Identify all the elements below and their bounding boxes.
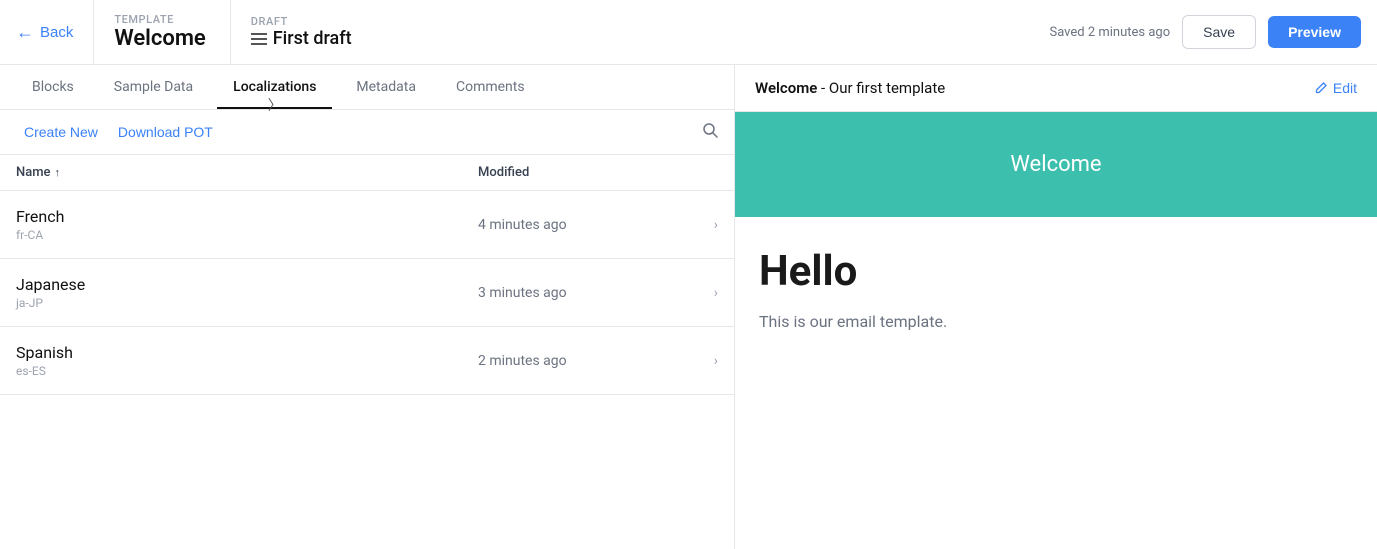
cursor-icon: 〉 [268,95,282,115]
save-button[interactable]: Save [1182,15,1256,49]
back-arrow-icon: ← [16,22,34,43]
col-name-label: Name [16,165,51,180]
table-rows: French fr-CA 4 minutes ago › Japanese ja… [0,191,734,395]
preview-body: Welcome Hello This is our email template… [735,112,1377,549]
edit-button[interactable]: Edit [1314,80,1357,96]
preview-title-rest: - Our first template [817,79,945,97]
toolbar: Create New Download POT [0,110,734,155]
email-heading: Hello [759,247,1353,296]
email-content: Hello This is our email template. [735,217,1377,364]
row-name-col: Spanish es-ES [16,343,478,378]
row-lang-code: fr-CA [16,228,478,242]
draft-name-row: First draft [251,28,352,49]
preview-button[interactable]: Preview [1268,16,1361,48]
row-chevron-icon: › [678,285,718,301]
template-name: Welcome [114,26,205,51]
search-icon [702,122,718,138]
header: ← Back TEMPLATE Welcome DRAFT First draf… [0,0,1377,65]
col-arrow-header [678,165,718,180]
draft-info: DRAFT First draft [251,0,352,65]
email-hero: Welcome [735,112,1377,217]
back-label: Back [40,24,73,41]
main-content: Blocks Sample Data Localizations 〉 Metad… [0,65,1377,549]
tab-sample-data[interactable]: Sample Data [98,65,209,109]
tab-metadata[interactable]: Metadata [340,65,432,109]
preview-header: Welcome - Our first template Edit [735,65,1377,112]
col-name-header[interactable]: Name ↑ [16,165,478,180]
row-modified: 4 minutes ago [478,217,678,233]
row-lang-name: Spanish [16,343,478,362]
row-chevron-icon: › [678,353,718,369]
back-button[interactable]: ← Back [16,22,93,43]
col-modified-header: Modified [478,165,678,180]
template-info: TEMPLATE Welcome [114,0,230,65]
row-chevron-icon: › [678,217,718,233]
row-modified: 2 minutes ago [478,353,678,369]
create-new-button[interactable]: Create New [16,120,106,144]
pencil-icon [1314,81,1328,95]
saved-status: Saved 2 minutes ago [1049,25,1170,40]
sort-asc-icon: ↑ [55,166,61,179]
tab-localizations[interactable]: Localizations 〉 [217,65,332,109]
tabs-bar: Blocks Sample Data Localizations 〉 Metad… [0,65,734,110]
search-button[interactable] [702,122,718,143]
row-modified: 3 minutes ago [478,285,678,301]
row-lang-name: French [16,207,478,226]
table-row[interactable]: French fr-CA 4 minutes ago › [0,191,734,259]
email-hero-text: Welcome [1010,152,1101,177]
header-divider [93,0,94,65]
row-lang-code: es-ES [16,364,478,378]
preview-title: Welcome - Our first template [755,79,945,97]
tab-blocks[interactable]: Blocks [16,65,90,109]
hamburger-icon[interactable] [251,33,267,45]
email-body-text: This is our email template. [759,310,1353,334]
row-lang-code: ja-JP [16,296,478,310]
table-row[interactable]: Spanish es-ES 2 minutes ago › [0,327,734,395]
table-header: Name ↑ Modified [0,155,734,191]
preview-title-bold: Welcome [755,79,817,97]
right-panel: Welcome - Our first template Edit Welcom… [735,65,1377,549]
draft-label: DRAFT [251,15,352,28]
tab-comments[interactable]: Comments [440,65,541,109]
table-row[interactable]: Japanese ja-JP 3 minutes ago › [0,259,734,327]
row-lang-name: Japanese [16,275,478,294]
row-name-col: Japanese ja-JP [16,275,478,310]
row-name-col: French fr-CA [16,207,478,242]
edit-label: Edit [1333,80,1357,96]
template-label: TEMPLATE [114,13,205,26]
draft-name-text: First draft [273,28,352,49]
download-pot-button[interactable]: Download POT [110,120,221,144]
left-panel: Blocks Sample Data Localizations 〉 Metad… [0,65,735,549]
header-right: Saved 2 minutes ago Save Preview [1049,15,1361,49]
